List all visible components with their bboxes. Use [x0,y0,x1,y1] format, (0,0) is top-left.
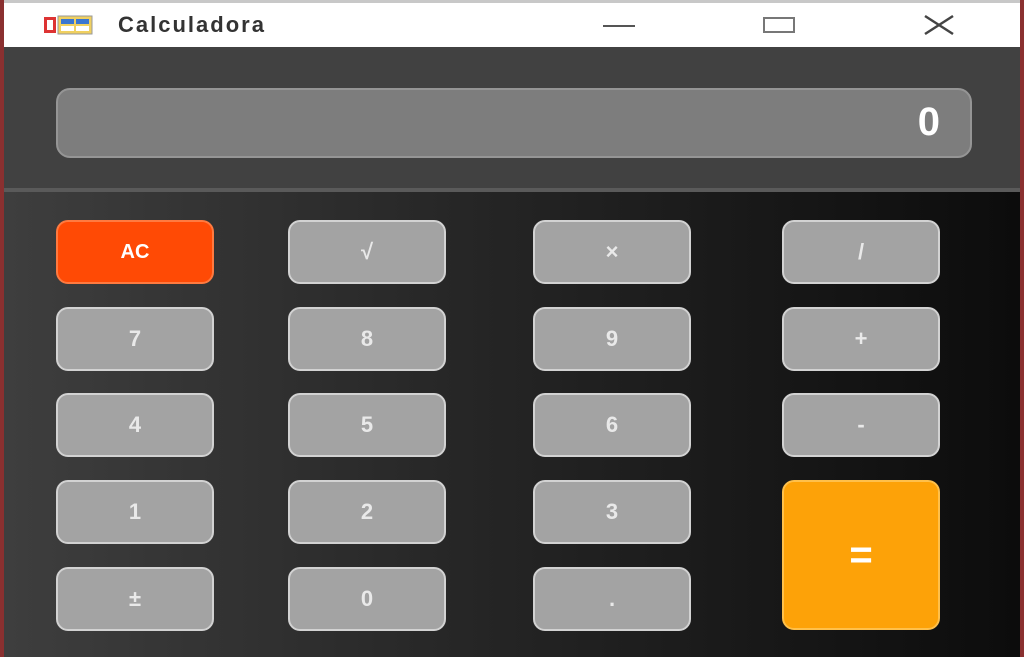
eight-button[interactable]: 8 [288,307,446,371]
four-button[interactable]: 4 [56,393,214,457]
plus-button[interactable]: + [782,307,940,371]
divide-button[interactable]: / [782,220,940,284]
decimal-button[interactable]: . [533,567,691,631]
five-button[interactable]: 5 [288,393,446,457]
title-bar[interactable]: Calculadora [4,0,1020,47]
keypad: AC √ × / 7 8 9 + 4 5 6 - 1 2 3 = ± 0 . [4,192,1020,657]
six-button[interactable]: 6 [533,393,691,457]
display-area: 0 [4,47,1020,192]
nine-button[interactable]: 9 [533,307,691,371]
multiply-button[interactable]: × [533,220,691,284]
minimize-button[interactable] [584,3,654,47]
maximize-button[interactable] [744,3,814,47]
seven-button[interactable]: 7 [56,307,214,371]
display-screen: 0 [56,88,972,158]
minimize-icon [603,25,635,27]
three-button[interactable]: 3 [533,480,691,544]
plus-minus-button[interactable]: ± [56,567,214,631]
close-icon [924,14,954,36]
calculator-window: Calculadora 0 AC √ × / 7 8 9 + 4 5 6 - 1… [0,0,1024,657]
one-button[interactable]: 1 [56,480,214,544]
display-value: 0 [917,100,940,144]
zero-button[interactable]: 0 [288,567,446,631]
maximize-icon [763,17,795,33]
app-icon [44,14,94,36]
minus-button[interactable]: - [782,393,940,457]
window-title: Calculadora [118,12,266,37]
ac-button[interactable]: AC [56,220,214,284]
close-button[interactable] [904,3,974,47]
two-button[interactable]: 2 [288,480,446,544]
sqrt-button[interactable]: √ [288,220,446,284]
equals-button[interactable]: = [782,480,940,630]
